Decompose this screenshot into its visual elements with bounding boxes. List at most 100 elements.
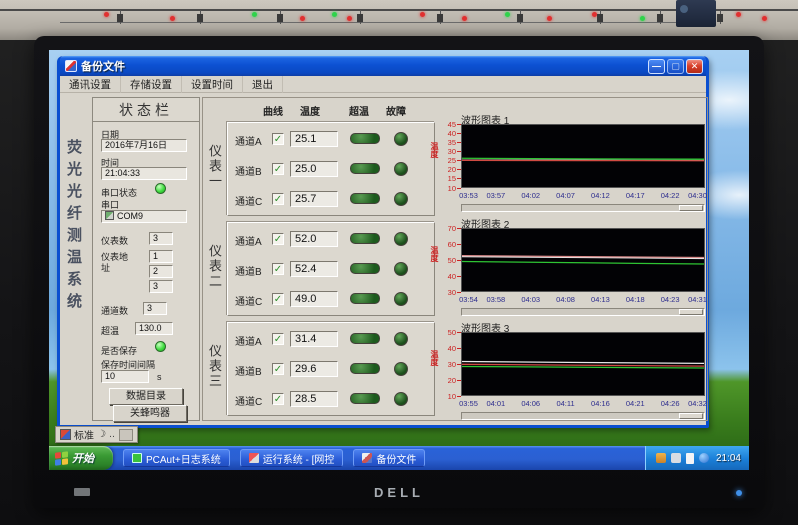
curve-checkbox[interactable]: ✓ <box>272 393 284 405</box>
tray-network-icon[interactable] <box>699 453 709 463</box>
ime-punct-icon[interactable]: ‥ <box>109 429 116 440</box>
window-title: 备份文件 <box>81 58 646 74</box>
series-line-通道C <box>462 366 704 368</box>
save-enabled-led <box>155 341 166 352</box>
waveform-chart-3: 波形图表 3 温度 5040302010 03:5504:0104:0604:1… <box>429 320 707 422</box>
chart-scrollbar[interactable] <box>461 308 705 316</box>
x-tick-label: 03:53 <box>459 191 478 200</box>
mimic-breaker-symbol <box>277 14 283 22</box>
tray-doc-icon[interactable] <box>686 453 694 464</box>
y-tick-label: 50 <box>448 256 461 265</box>
overtemp-led <box>350 193 380 204</box>
x-tick-label: 04:26 <box>661 399 680 408</box>
curve-checkbox[interactable]: ✓ <box>272 263 284 275</box>
tray-ime-icon[interactable] <box>671 453 681 463</box>
data-directory-button[interactable]: 数据目录 <box>109 388 183 405</box>
curve-checkbox[interactable]: ✓ <box>272 363 284 375</box>
ime-icon[interactable] <box>60 429 71 440</box>
header-curve: 曲线 <box>263 103 283 118</box>
date-value: 2016年7月16日 <box>101 139 187 152</box>
window-titlebar[interactable]: 备份文件 — ▢ ✕ <box>60 56 706 76</box>
instrument-addr-1[interactable]: 1 <box>149 250 173 263</box>
buzzer-off-button[interactable]: 关蜂鸣器 <box>113 405 187 422</box>
y-tick-label: 25 <box>448 156 461 165</box>
ime-softkeyboard-icon[interactable] <box>119 429 133 441</box>
overtemp-led <box>350 393 380 404</box>
channel-count-label: 通道数 <box>101 304 128 317</box>
y-axis: 5040302010 <box>437 332 461 396</box>
taskbar-button-run-system[interactable]: 运行系统 - [网控 <box>240 449 344 467</box>
wall-device <box>676 0 716 27</box>
taskbar-button-label: 备份文件 <box>376 451 416 466</box>
temperature-display: 31.4 <box>290 331 338 347</box>
app-icon <box>65 60 77 72</box>
taskbar-button-log-system[interactable]: PCAut+日志系统 <box>123 449 230 467</box>
serial-port-value: COM9 <box>117 211 143 221</box>
screen: 备份文件 — ▢ ✕ 通讯设置 存储设置 设置时间 退出 荧光光纤测温系统 状态… <box>49 50 749 470</box>
panel-led-red <box>762 16 767 21</box>
header-temperature: 温度 <box>300 103 320 118</box>
chart-scrollbar[interactable] <box>461 204 705 212</box>
serial-port-combo[interactable]: COM9 <box>101 210 187 223</box>
instrument-addr-2[interactable]: 2 <box>149 265 173 278</box>
x-tick-label: 04:08 <box>556 295 575 304</box>
start-label: 开始 <box>72 450 94 466</box>
close-button[interactable]: ✕ <box>686 59 703 74</box>
io-resource-icon <box>105 211 114 220</box>
menu-set-time[interactable]: 设置时间 <box>182 76 243 93</box>
scrollbar-thumb[interactable] <box>679 309 703 315</box>
save-interval-value[interactable]: 10 <box>101 370 149 383</box>
curve-checkbox[interactable]: ✓ <box>272 233 284 245</box>
plot-area <box>461 332 705 396</box>
instrument-addr-3[interactable]: 3 <box>149 280 173 293</box>
menu-exit[interactable]: 退出 <box>243 76 283 93</box>
temperature-display: 25.7 <box>290 191 338 207</box>
chart-scrollbar[interactable] <box>461 412 705 420</box>
taskbar-button-backup-file[interactable]: 备份文件 <box>353 449 425 467</box>
main-frame: 曲线 温度 超温 故障 仪表一 通道A ✓ 25.1 <box>202 97 708 421</box>
overtemp-threshold-value: 130.0 <box>135 322 173 335</box>
y-tick-label: 20 <box>448 165 461 174</box>
maximize-button[interactable]: ▢ <box>667 59 684 74</box>
overtemp-led <box>350 363 380 374</box>
x-tick-label: 04:01 <box>486 399 505 408</box>
x-tick-label: 04:31 <box>688 295 707 304</box>
y-tick-label: 20 <box>448 376 461 385</box>
x-tick-label: 04:21 <box>626 399 645 408</box>
y-tick-label: 40 <box>448 272 461 281</box>
series-line-通道C <box>462 262 704 264</box>
panel-led-red <box>300 16 305 21</box>
monitor-power-led[interactable] <box>736 490 742 496</box>
curve-checkbox[interactable]: ✓ <box>272 293 284 305</box>
minimize-button[interactable]: — <box>648 59 665 74</box>
plot-area <box>461 228 705 292</box>
curve-checkbox[interactable]: ✓ <box>272 333 284 345</box>
start-button[interactable]: 开始 <box>49 446 113 470</box>
x-tick-label: 04:03 <box>521 295 540 304</box>
channel-label: 通道C <box>235 393 262 408</box>
photo-root: 备份文件 — ▢ ✕ 通讯设置 存储设置 设置时间 退出 荧光光纤测温系统 状态… <box>0 0 798 525</box>
panel-led-red <box>420 12 425 17</box>
ime-halfwidth-icon[interactable]: ☽ <box>97 430 106 440</box>
fault-led <box>394 162 408 176</box>
curve-checkbox[interactable]: ✓ <box>272 163 284 175</box>
tray-clock: 21:04 <box>716 453 741 464</box>
temperature-display: 52.4 <box>290 261 338 277</box>
fault-led <box>394 332 408 346</box>
scrollbar-thumb[interactable] <box>679 413 703 419</box>
mimic-bus-line-2 <box>60 22 700 23</box>
taskbar-button-label: PCAut+日志系统 <box>146 451 221 466</box>
x-tick-label: 04:17 <box>626 191 645 200</box>
x-tick-label: 03:55 <box>459 399 478 408</box>
instrument-count-value: 3 <box>149 232 173 245</box>
dell-monitor: 备份文件 — ▢ ✕ 通讯设置 存储设置 设置时间 退出 荧光光纤测温系统 状态… <box>34 36 764 508</box>
menu-storage-settings[interactable]: 存储设置 <box>121 76 182 93</box>
tray-app-icon[interactable] <box>656 453 666 463</box>
fault-led <box>394 262 408 276</box>
ime-mode-label[interactable]: 标准 <box>74 427 94 442</box>
overtemp-led <box>350 333 380 344</box>
curve-checkbox[interactable]: ✓ <box>272 133 284 145</box>
menu-comm-settings[interactable]: 通讯设置 <box>60 76 121 93</box>
scrollbar-thumb[interactable] <box>679 205 703 211</box>
curve-checkbox[interactable]: ✓ <box>272 193 284 205</box>
